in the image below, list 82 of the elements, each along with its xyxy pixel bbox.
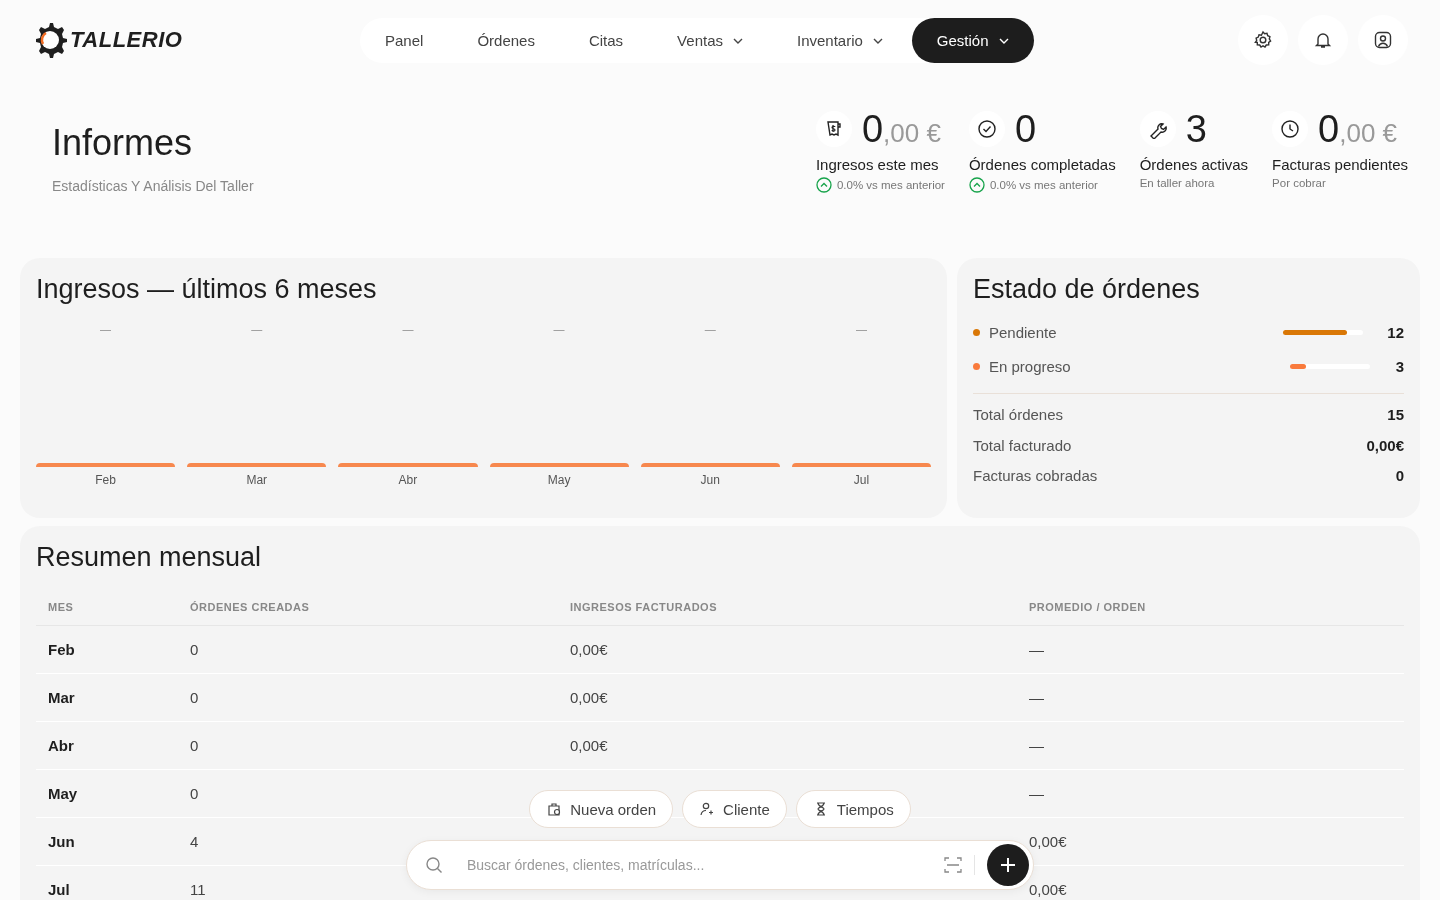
month-label: Jun [700, 473, 720, 487]
brand-logo: TALLERIO [70, 27, 183, 53]
table-cell: 0 [178, 625, 558, 674]
stat-label: Facturas pendientes [1272, 156, 1408, 173]
card-title: Estado de órdenes [973, 274, 1201, 305]
month-label: Jul [853, 473, 870, 487]
stat-note: Por cobrar [1272, 177, 1326, 189]
stat-value: 0,00 € [1318, 110, 1398, 148]
table-cell: — [1017, 673, 1404, 722]
nav-tab[interactable]: Órdenes [452, 17, 560, 63]
total-label: Total facturado [973, 436, 1072, 456]
column-header: MES [36, 589, 178, 626]
stat-value: 0 [1014, 110, 1037, 148]
month-label: Feb [95, 473, 116, 487]
status-count: 12 [1387, 323, 1404, 341]
nav-tab[interactable]: Panel [360, 17, 449, 63]
table-cell: Feb [36, 625, 178, 674]
bell-icon [1313, 30, 1333, 50]
column-header: INGRESOS FACTURADOS [558, 589, 1017, 626]
bar-value-label: — [553, 323, 565, 337]
total-label: Facturas cobradas [973, 467, 1098, 486]
month-label: Mar [246, 473, 268, 487]
stat-note: 0.0% vs mes anterior [836, 179, 945, 191]
trend-up-icon [968, 177, 985, 193]
table-cell: — [1017, 721, 1404, 770]
table-cell: — [1017, 769, 1404, 818]
nav-tab[interactable]: Gestión [911, 17, 1034, 63]
stat-note: 0.0% vs mes anterior [989, 179, 1098, 191]
bar-value-label: — [402, 323, 414, 337]
stat-value: 3 [1185, 110, 1207, 148]
month-label: Abr [398, 473, 418, 487]
user-plus-icon [699, 801, 716, 817]
column-header: PROMEDIO / ORDEN [1017, 589, 1404, 626]
clock-icon [1280, 119, 1301, 139]
quick-action-button[interactable]: Tiempos [795, 790, 911, 828]
table-cell: — [1017, 625, 1404, 674]
stat-label: Órdenes completadas [968, 156, 1116, 173]
table-cell: Jul [36, 865, 178, 900]
table-cell: May [36, 769, 178, 818]
trend-up-icon [815, 177, 832, 193]
bar-value-label: — [100, 323, 112, 337]
table-cell: Abr [36, 721, 178, 770]
search-icon [425, 856, 443, 874]
month-label: May [547, 473, 571, 487]
card-title: Resumen mensual [36, 542, 263, 573]
column-header: ÓRDENES CREADAS [178, 589, 558, 626]
check-circle-icon [976, 119, 997, 139]
table-cell: 0,00€ [558, 625, 1017, 674]
stat-value: 0,00 € [861, 110, 941, 148]
stat-label: Ingresos este mes [815, 156, 940, 173]
status-label: En progreso [989, 357, 1072, 375]
quick-action-button[interactable]: Nueva orden [529, 790, 674, 828]
user-icon [1373, 30, 1393, 50]
page-title: Informes [52, 122, 194, 164]
card-title: Ingresos — últimos 6 meses [36, 274, 378, 305]
quick-action-button[interactable]: Cliente [682, 790, 787, 828]
table-cell: 0,00€ [558, 673, 1017, 722]
nav-tab[interactable]: Inventario [772, 17, 908, 63]
table-cell: Jun [36, 817, 178, 866]
scan-icon [944, 856, 962, 874]
stat-label: Órdenes activas [1139, 156, 1249, 173]
settings-icon [1253, 30, 1273, 50]
nav-tab[interactable]: Ventas [652, 17, 768, 63]
total-value: 15 [1387, 406, 1404, 425]
page-subtitle: Estadísticas Y Análisis Del Taller [52, 178, 254, 194]
add-button[interactable] [987, 844, 1029, 886]
bar-value-label: — [704, 323, 716, 337]
table-cell: Mar [36, 673, 178, 722]
total-value: 0 [1395, 467, 1404, 486]
stat-note: En taller ahora [1139, 177, 1215, 189]
total-value: 0,00€ [1366, 436, 1404, 456]
bar-value-label: — [251, 323, 263, 337]
status-label: Pendiente [989, 323, 1058, 341]
status-count: 3 [1394, 357, 1404, 375]
table-cell: 0,00€ [558, 721, 1017, 770]
nav-tab[interactable]: Citas [563, 17, 649, 63]
table-cell: 0 [178, 721, 558, 770]
bag-icon [546, 801, 563, 817]
bar-value-label: — [855, 323, 867, 337]
plus-icon [1000, 857, 1016, 873]
table-cell: 0 [178, 673, 558, 722]
total-label: Total órdenes [973, 406, 1064, 425]
